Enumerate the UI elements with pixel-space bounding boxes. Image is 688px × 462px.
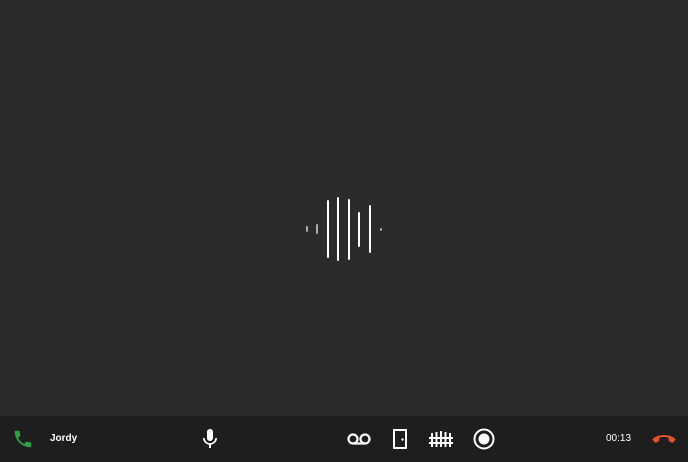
call-toolbar: Jordy 00:13 bbox=[0, 416, 688, 462]
voicemail-button[interactable] bbox=[345, 427, 373, 451]
gate-icon bbox=[429, 431, 453, 447]
hangup-button[interactable] bbox=[650, 428, 678, 450]
call-screen: Jordy 00:13 bbox=[0, 0, 688, 462]
waveform-bar bbox=[358, 211, 360, 247]
call-timer: 00:13 bbox=[606, 433, 632, 444]
waveform-bar bbox=[337, 197, 339, 261]
waveform-bar bbox=[369, 205, 371, 253]
call-stage bbox=[0, 0, 688, 416]
door-icon bbox=[393, 429, 407, 449]
audio-waveform bbox=[300, 196, 386, 262]
microphone-button[interactable] bbox=[198, 427, 222, 451]
waveform-bar bbox=[380, 227, 382, 231]
microphone-icon bbox=[203, 429, 217, 448]
door-button[interactable] bbox=[390, 427, 410, 451]
waveform-bar bbox=[316, 224, 318, 234]
record-icon bbox=[473, 428, 495, 450]
waveform-bar bbox=[327, 200, 329, 258]
phone-icon bbox=[12, 428, 34, 450]
gate-button[interactable] bbox=[428, 427, 456, 451]
waveform-bar bbox=[306, 226, 308, 232]
hangup-icon bbox=[652, 435, 676, 443]
caller-name: Jordy bbox=[50, 433, 78, 444]
record-button[interactable] bbox=[472, 427, 496, 451]
waveform-bar bbox=[348, 198, 350, 260]
voicemail-icon bbox=[347, 433, 371, 445]
